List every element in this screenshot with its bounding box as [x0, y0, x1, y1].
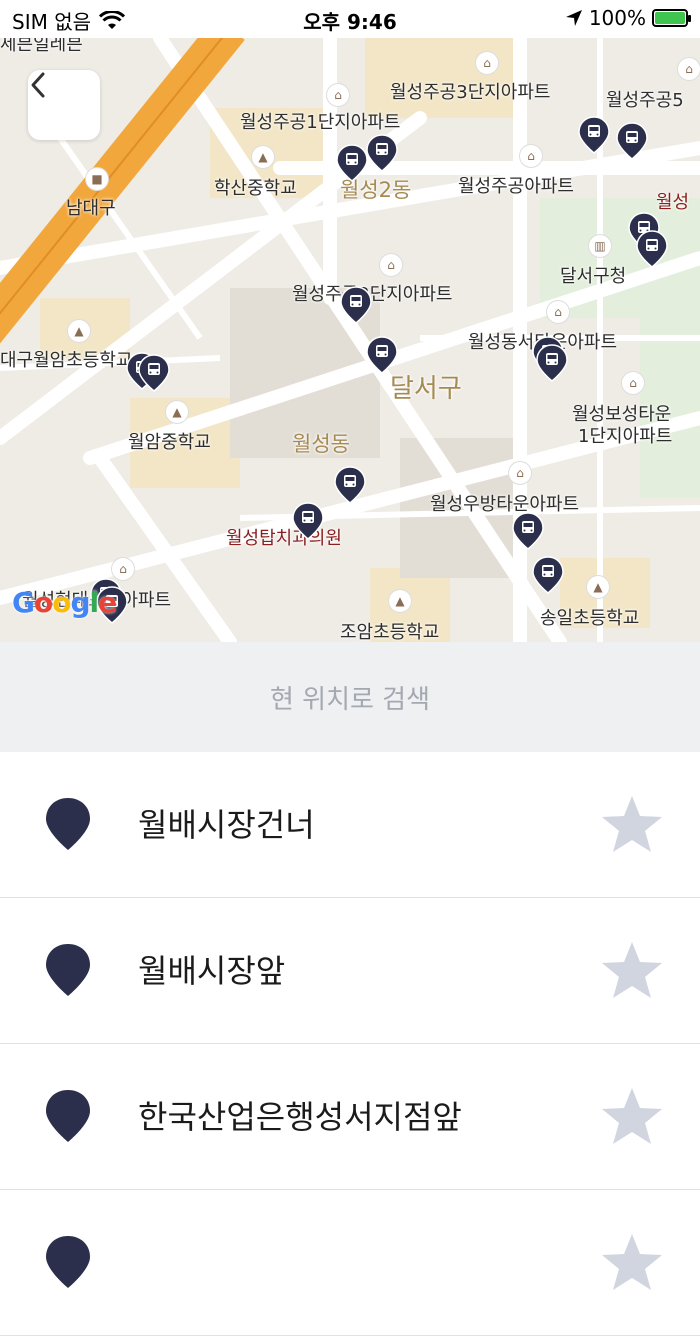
map-label: 조암초등학교 — [340, 622, 440, 642]
home-icon: ⌂ — [678, 58, 700, 80]
map-label: 대구월암초등학교 — [0, 350, 133, 371]
bus-stop-marker-icon[interactable] — [138, 354, 170, 392]
school-icon: ▲ — [587, 576, 609, 598]
map-label: 월성주공1단지아파트 — [240, 112, 401, 133]
home-icon: ⌂ — [380, 254, 402, 276]
stop-name: 한국산업은행성서지점앞 — [138, 1098, 462, 1136]
map-label: 학산중학교 — [214, 178, 297, 199]
chevron-left-icon — [31, 72, 45, 98]
map-label: 송일초등학교 — [540, 608, 640, 629]
map-label: 월성탑치과의원 — [226, 528, 342, 549]
home-icon: ⌂ — [520, 145, 542, 167]
home-icon: ⌂ — [112, 558, 134, 580]
home-icon: ⌂ — [509, 462, 531, 484]
school-icon: ▲ — [389, 590, 411, 612]
search-current-location-button[interactable]: 현 위치로 검색 — [0, 642, 700, 752]
list-item[interactable]: 월배시장건너 — [0, 752, 700, 898]
school-icon: ▲ — [252, 146, 274, 168]
home-icon: ⌂ — [547, 301, 569, 323]
home-icon: ⌂ — [327, 84, 349, 106]
bus-stop-marker-icon[interactable] — [366, 134, 398, 172]
bus-stop-marker-icon[interactable] — [340, 286, 372, 324]
bus-stop-marker-icon[interactable] — [336, 144, 368, 182]
bus-stop-marker-icon[interactable] — [334, 466, 366, 504]
map-label: 월성주공2단지아파트 — [292, 284, 453, 305]
school-icon: ▲ — [166, 401, 188, 423]
location-pin-icon — [46, 798, 90, 850]
map-label: 월성 — [656, 192, 690, 213]
list-item[interactable]: 한국산업은행성서지점앞 — [0, 1044, 700, 1190]
map-view[interactable]: ■ ⌂ ⌂ ⌂ ⌂ ▲ ▥ ⌂ ⌂ ▲ ⌂ ▲ ⌂ ⌂ ▲ ▲ 세븐일레븐 남대… — [0, 38, 700, 642]
map-label: 세븐일레븐 — [0, 38, 83, 55]
favorite-star-icon[interactable] — [600, 794, 664, 854]
google-logo: Google — [12, 586, 117, 619]
bus-stop-marker-icon[interactable] — [512, 512, 544, 550]
battery-percent: 100% — [588, 6, 646, 30]
map-label: 월성주공아파트 — [458, 176, 574, 197]
bus-stop-marker-icon[interactable] — [532, 556, 564, 594]
map-label: 달서구청 — [560, 266, 627, 287]
location-pin-icon — [46, 1090, 90, 1142]
location-pin-icon — [46, 1236, 90, 1288]
map-label: 월성주공5 — [606, 90, 684, 111]
map-label: 남대구 — [66, 198, 116, 219]
bus-stop-marker-icon[interactable] — [366, 336, 398, 374]
home-icon: ⌂ — [622, 372, 644, 394]
status-bar: SIM 없음 오후 9:46 100% — [0, 0, 700, 38]
favorite-star-icon[interactable] — [600, 1086, 664, 1146]
home-icon: ⌂ — [476, 52, 498, 74]
battery-icon — [652, 9, 691, 27]
bus-stop-marker-icon[interactable] — [292, 502, 324, 540]
location-pin-icon — [46, 944, 90, 996]
bus-stop-marker-icon[interactable] — [578, 116, 610, 154]
location-arrow-icon — [565, 10, 582, 26]
stop-name: 월배시장건너 — [138, 806, 315, 844]
favorite-star-icon[interactable] — [600, 1232, 664, 1292]
favorite-star-icon[interactable] — [600, 940, 664, 1000]
list-item[interactable]: 월배시장앞 — [0, 898, 700, 1044]
bus-stop-marker-icon[interactable] — [616, 122, 648, 160]
map-area-label: 월성동 — [292, 432, 350, 456]
bus-stop-marker-icon[interactable] — [636, 230, 668, 268]
back-button[interactable] — [28, 70, 100, 140]
status-right: 100% — [565, 6, 691, 30]
map-area-label: 달서구 — [390, 374, 462, 404]
bus-stop-marker-icon[interactable] — [536, 344, 568, 382]
stop-name: 월배시장앞 — [138, 952, 286, 990]
map-label: 월성주공3단지아파트 — [390, 82, 551, 103]
map-label: 1단지아파트 — [578, 426, 673, 447]
school-icon: ▲ — [68, 320, 90, 342]
map-label: 월성우방타운아파트 — [430, 494, 580, 515]
list-item[interactable] — [0, 1190, 700, 1336]
government-icon: ▥ — [589, 235, 611, 257]
stop-list: 월배시장건너 월배시장앞 한국산업은행성서지점앞 — [0, 752, 700, 1336]
map-label: 월암중학교 — [128, 432, 211, 453]
search-current-location-label: 현 위치로 검색 — [269, 684, 431, 715]
poi-icon: ■ — [86, 168, 108, 190]
